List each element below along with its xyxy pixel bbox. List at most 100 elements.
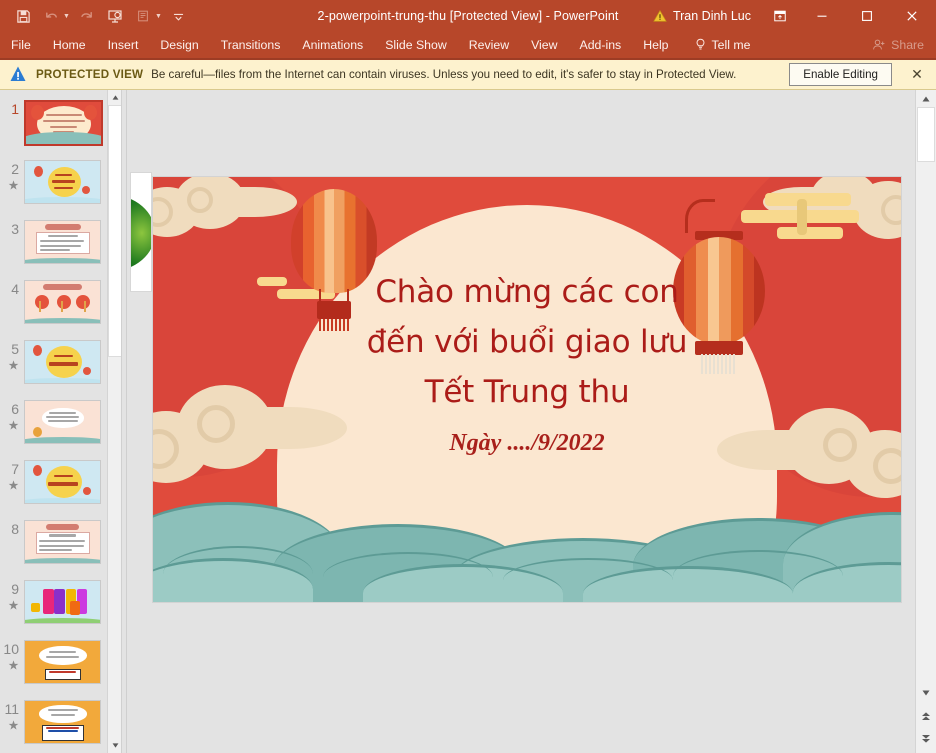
tab-insert[interactable]: Insert [97, 32, 150, 58]
share-person-icon [872, 38, 886, 52]
protected-view-message: Be careful—files from the Internet can c… [151, 68, 736, 81]
close-button[interactable] [889, 0, 934, 32]
animation-star-icon [8, 480, 19, 491]
scroll-up-icon[interactable] [916, 90, 936, 107]
account-area[interactable]: Tran Dinh Luc [649, 9, 761, 23]
lightbulb-icon [694, 38, 707, 52]
account-name: Tran Dinh Luc [673, 9, 751, 23]
minimize-button[interactable] [799, 0, 844, 32]
slide-thumbnail-pane: 1 2 [0, 90, 122, 753]
thumbnail-image[interactable] [24, 280, 101, 324]
tab-view[interactable]: View [520, 32, 568, 58]
thumbnail-image[interactable] [24, 340, 101, 384]
thumbnail-image[interactable] [24, 580, 101, 624]
thumbnail-slide-8[interactable]: 8 [0, 516, 107, 576]
adjacent-slide-peek [130, 172, 152, 292]
tab-add-ins[interactable]: Add-ins [569, 32, 633, 58]
thumbnail-number: 10 [0, 640, 24, 671]
thumbnail-number: 5 [0, 340, 24, 371]
thumbnail-image[interactable] [24, 100, 103, 146]
touch-mode-dropdown-caret-icon[interactable]: ▼ [155, 13, 162, 20]
thumbnail-scrollbar-thumb[interactable] [108, 105, 122, 357]
warning-triangle-icon [653, 9, 667, 23]
redo-icon[interactable] [74, 4, 100, 28]
thumbnail-pane-scrollbar[interactable] [107, 90, 121, 753]
animation-star-icon [8, 600, 19, 611]
tab-review[interactable]: Review [458, 32, 520, 58]
save-icon[interactable] [10, 4, 36, 28]
thumbnail-slide-3[interactable]: 3 [0, 216, 107, 276]
thumbnail-number: 1 [0, 100, 24, 117]
previous-slide-icon[interactable] [916, 708, 936, 725]
thumbnail-number: 3 [0, 220, 24, 237]
tell-me-label: Tell me [712, 38, 751, 52]
current-slide-canvas[interactable]: Chào mừng các con đến với buổi giao lưu … [152, 176, 902, 603]
undo-dropdown-caret-icon[interactable]: ▼ [63, 13, 70, 20]
thumbnail-slide-5[interactable]: 5 [0, 336, 107, 396]
quick-access-toolbar: ▼ ▼ [0, 4, 192, 28]
share-label: Share [891, 38, 924, 52]
scroll-down-icon[interactable] [916, 684, 936, 701]
slide-vertical-scrollbar[interactable] [915, 90, 936, 753]
thumbnail-image[interactable] [24, 700, 101, 744]
slide-edit-area[interactable]: Chào mừng các con đến với buổi giao lưu … [127, 90, 915, 753]
tab-home[interactable]: Home [42, 32, 97, 58]
touch-mode-icon[interactable] [130, 4, 156, 28]
slide-thumbnail-list: 1 2 [0, 90, 107, 753]
tab-help[interactable]: Help [632, 32, 679, 58]
tell-me-search[interactable]: Tell me [680, 32, 762, 58]
undo-icon[interactable] [38, 4, 64, 28]
animation-star-icon [8, 360, 19, 371]
tab-file[interactable]: File [0, 32, 42, 58]
lantern-hook [685, 199, 715, 233]
thumbnail-number: 7 [0, 460, 24, 491]
thumbnail-slide-6[interactable]: 6 [0, 396, 107, 456]
thumbnail-number: 9 [0, 580, 24, 611]
thumbnail-scroll-up-icon[interactable] [108, 90, 122, 105]
thumbnail-image[interactable] [24, 400, 101, 444]
title-line-1: Chào mừng các con [153, 267, 901, 317]
protected-view-bar: PROTECTED VIEW Be careful—files from the… [0, 60, 936, 90]
start-presentation-icon[interactable] [102, 4, 128, 28]
info-icon [8, 65, 28, 85]
animation-star-icon [8, 660, 19, 671]
workspace: 1 2 [0, 90, 936, 753]
thumbnail-image[interactable] [24, 160, 101, 204]
thumbnail-slide-2[interactable]: 2 [0, 156, 107, 216]
protected-view-badge: PROTECTED VIEW [36, 68, 143, 81]
thumbnail-slide-4[interactable]: 4 [0, 276, 107, 336]
cloud-top-left [152, 176, 305, 241]
thumbnail-number: 4 [0, 280, 24, 297]
tab-design[interactable]: Design [149, 32, 209, 58]
thumbnail-image[interactable] [24, 220, 101, 264]
thumbnail-slide-7[interactable]: 7 [0, 456, 107, 516]
close-protected-view-icon[interactable]: ✕ [904, 62, 930, 88]
thumbnail-image[interactable] [24, 460, 101, 504]
thumbnail-image[interactable] [24, 520, 101, 564]
maximize-button[interactable] [844, 0, 889, 32]
ribbon-display-options-icon[interactable] [761, 0, 799, 32]
thumbnail-scroll-down-icon[interactable] [108, 738, 122, 753]
slide-text-block[interactable]: Chào mừng các con đến với buổi giao lưu … [153, 267, 901, 457]
tab-transitions[interactable]: Transitions [210, 32, 292, 58]
title-line-3: Tết Trung thu [153, 367, 901, 417]
title-bar-right: Tran Dinh Luc [649, 0, 936, 32]
tab-animations[interactable]: Animations [291, 32, 374, 58]
next-slide-icon[interactable] [916, 730, 936, 747]
enable-editing-button[interactable]: Enable Editing [789, 63, 892, 86]
title-line-2: đến với buổi giao lưu [153, 317, 901, 367]
thumbnail-slide-1[interactable]: 1 [0, 96, 107, 156]
thumbnail-slide-11[interactable]: 11 [0, 696, 107, 753]
share-button: Share [860, 32, 936, 58]
customize-qat-icon[interactable] [166, 4, 192, 28]
thumbnail-slide-9[interactable]: 9 [0, 576, 107, 636]
vertical-scrollbar-thumb[interactable] [917, 107, 935, 162]
ribbon-tab-bar: File Home Insert Design Transitions Anim… [0, 32, 936, 60]
thumbnail-slide-10[interactable]: 10 [0, 636, 107, 696]
animation-star-icon [8, 420, 19, 431]
thumbnail-image[interactable] [24, 640, 101, 684]
tab-slide-show[interactable]: Slide Show [374, 32, 458, 58]
animation-star-icon [8, 180, 19, 191]
thumbnail-number: 2 [0, 160, 24, 191]
slide-date-line: Ngày ..../9/2022 [153, 430, 901, 457]
